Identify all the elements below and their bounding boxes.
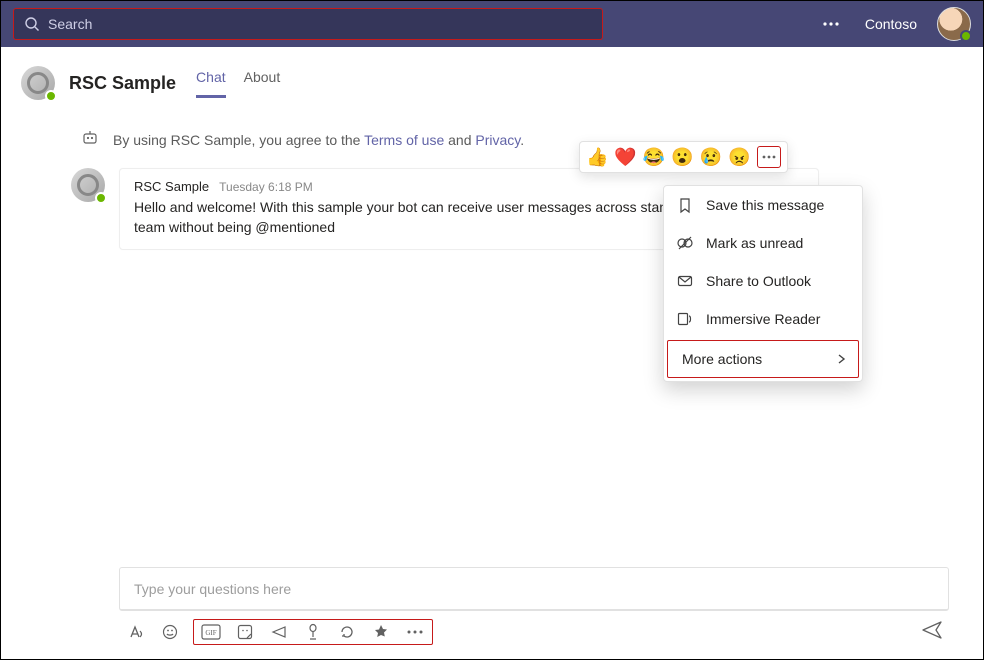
reaction-sad-icon[interactable]: 😢 [700, 147, 722, 168]
menu-immersive-reader[interactable]: Immersive Reader [664, 300, 862, 338]
reaction-laugh-icon[interactable]: 😂 [643, 147, 665, 168]
send-button[interactable] [921, 620, 943, 645]
chevron-right-icon [832, 353, 850, 365]
stream-icon[interactable] [302, 621, 324, 643]
reaction-like-icon[interactable]: 👍 [586, 147, 608, 168]
menu-mark-unread[interactable]: Mark as unread [664, 224, 862, 262]
more-icon [762, 155, 776, 159]
format-icon[interactable] [125, 621, 147, 643]
presence-indicator-icon [960, 30, 972, 42]
terms-notice: By using RSC Sample, you agree to the Te… [1, 105, 983, 160]
extension-toolbar-group: GIF [193, 619, 433, 645]
reaction-more-button[interactable] [757, 146, 781, 168]
message-avatar [71, 168, 105, 202]
menu-more-actions[interactable]: More actions [667, 340, 859, 378]
approve-icon[interactable] [370, 621, 392, 643]
settings-more-icon[interactable] [817, 10, 845, 38]
emoji-icon[interactable] [159, 621, 181, 643]
bot-icon [81, 129, 99, 150]
search-icon [24, 16, 40, 32]
notice-text: By using RSC Sample, you agree to the Te… [113, 132, 524, 148]
chat-avatar [21, 66, 55, 100]
org-name-label: Contoso [865, 16, 917, 32]
more-apps-icon[interactable] [404, 621, 426, 643]
presence-indicator-icon [95, 192, 107, 204]
search-input[interactable] [48, 16, 592, 32]
menu-save-message[interactable]: Save this message [664, 186, 862, 224]
menu-label: Share to Outlook [706, 273, 811, 289]
terms-link[interactable]: Terms of use [364, 132, 444, 148]
reaction-heart-icon[interactable]: ❤️ [614, 147, 636, 168]
presence-indicator-icon [45, 90, 57, 102]
menu-share-outlook[interactable]: Share to Outlook [664, 262, 862, 300]
search-box[interactable] [13, 8, 603, 40]
compose-area: GIF [119, 567, 949, 645]
svg-text:GIF: GIF [205, 629, 216, 637]
tab-chat[interactable]: Chat [196, 69, 226, 98]
menu-label: Immersive Reader [706, 311, 820, 327]
bookmark-icon [676, 196, 694, 214]
unread-icon [676, 234, 694, 252]
reaction-surprised-icon[interactable]: 😮 [671, 147, 693, 168]
compose-toolbar: GIF [119, 611, 949, 645]
sticker-icon[interactable] [234, 621, 256, 643]
tab-about[interactable]: About [244, 69, 281, 98]
menu-label: Mark as unread [706, 235, 803, 251]
message-timestamp: Tuesday 6:18 PM [219, 180, 313, 194]
reaction-bar: 👍 ❤️ 😂 😮 😢 😠 [579, 141, 788, 173]
profile-avatar[interactable] [937, 7, 971, 41]
message-sender: RSC Sample [134, 179, 209, 194]
reaction-angry-icon[interactable]: 😠 [728, 147, 750, 168]
mail-icon [676, 272, 694, 290]
reader-icon [676, 310, 694, 328]
extension-icon[interactable] [268, 621, 290, 643]
titlebar: Contoso [1, 1, 983, 47]
privacy-link[interactable]: Privacy [475, 132, 520, 148]
compose-input[interactable] [119, 567, 949, 611]
gif-icon[interactable]: GIF [200, 621, 222, 643]
chat-tabs: Chat About [196, 61, 280, 105]
menu-label: Save this message [706, 197, 824, 213]
loop-icon[interactable] [336, 621, 358, 643]
message-context-menu: Save this message Mark as unread Share t… [663, 185, 863, 382]
chat-title: RSC Sample [69, 73, 176, 94]
chat-header: RSC Sample Chat About [1, 47, 983, 105]
menu-label: More actions [680, 351, 762, 367]
